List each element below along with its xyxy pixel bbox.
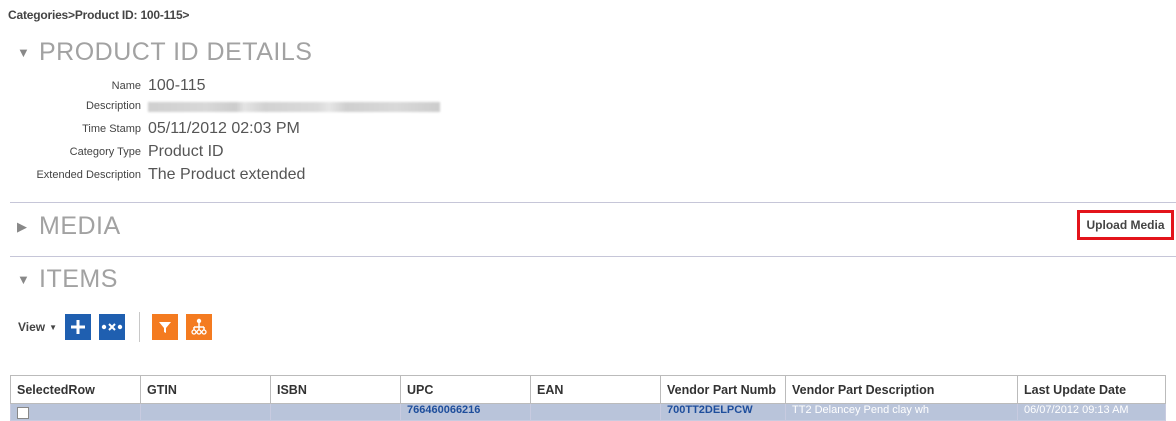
breadcrumb: Categories>Product ID: 100-115> <box>8 8 189 22</box>
toolbar-separator <box>139 312 141 342</box>
hierarchy-icon <box>191 318 207 335</box>
items-header[interactable]: ▼ ITEMS <box>17 265 118 294</box>
last-update-date-cell: 06/07/2012 09:13 AM <box>1017 403 1166 421</box>
isbn-cell <box>270 403 401 421</box>
column-header-ean[interactable]: EAN <box>530 375 661 404</box>
items-table: SelectedRow GTIN ISBN UPC EAN Vendor Par… <box>10 375 1166 421</box>
detail-value: 05/11/2012 02:03 PM <box>148 120 300 137</box>
column-header-last-update-date[interactable]: Last Update Date <box>1017 375 1166 404</box>
upload-media-label: Upload Media <box>1086 218 1165 232</box>
triangle-down-icon[interactable]: ▼ <box>17 272 39 287</box>
redacted-description <box>148 102 440 112</box>
columns-button[interactable] <box>99 314 126 340</box>
gtin-cell <box>140 403 271 421</box>
filter-button[interactable] <box>152 314 179 340</box>
view-menu[interactable]: View ▼ <box>18 320 57 334</box>
media-header[interactable]: ▶ MEDIA <box>17 212 121 241</box>
detail-row-name: Name 100-115 <box>0 75 206 97</box>
detail-value: 100-115 <box>148 77 206 94</box>
media-title: MEDIA <box>39 212 121 240</box>
detail-label: Time Stamp <box>82 123 141 135</box>
product-details-title: PRODUCT ID DETAILS <box>39 38 313 66</box>
column-header-vendor-part-number[interactable]: Vendor Part Numb <box>660 375 786 404</box>
chevron-down-icon: ▼ <box>49 322 58 332</box>
vendor-part-description-cell: TT2 Delancey Pend clay wh <box>785 403 1018 421</box>
add-item-button[interactable] <box>65 314 92 340</box>
column-header-isbn[interactable]: ISBN <box>270 375 401 404</box>
ean-cell <box>530 403 661 421</box>
hierarchy-button[interactable] <box>186 314 213 340</box>
breadcrumb-current[interactable]: Product ID: 100-115 <box>75 8 183 22</box>
column-header-vendor-part-description[interactable]: Vendor Part Description <box>785 375 1018 404</box>
vendor-part-number-link[interactable]: 700TT2DELPCW <box>660 403 786 421</box>
breadcrumb-categories-link[interactable]: Categories <box>8 8 68 22</box>
detail-row-description: Description <box>0 95 440 117</box>
detail-value: The Product extended <box>148 166 306 183</box>
detail-row-category-type: Category Type Product ID <box>0 141 224 163</box>
items-title: ITEMS <box>39 265 118 293</box>
detail-label: Name <box>111 80 141 92</box>
filter-icon <box>159 322 172 333</box>
breadcrumb-separator: > <box>68 8 75 22</box>
items-toolbar: View ▼ <box>18 311 220 343</box>
plus-icon <box>71 320 86 334</box>
divider <box>10 256 1176 257</box>
detail-label: Extended Description <box>36 169 141 181</box>
column-header-gtin[interactable]: GTIN <box>140 375 271 404</box>
upload-media-button[interactable]: Upload Media <box>1077 210 1174 240</box>
detail-value: Product ID <box>148 143 224 160</box>
divider <box>10 202 1176 203</box>
column-header-upc[interactable]: UPC <box>400 375 531 404</box>
upc-link[interactable]: 766460066216 <box>400 403 531 421</box>
column-header-selectedrow[interactable]: SelectedRow <box>10 375 141 404</box>
selected-row-cell <box>10 403 141 421</box>
detail-row-timestamp: Time Stamp 05/11/2012 02:03 PM <box>0 118 300 140</box>
breadcrumb-separator: > <box>182 8 190 22</box>
detail-label: Category Type <box>69 146 141 158</box>
table-header-row: SelectedRow GTIN ISBN UPC EAN Vendor Par… <box>10 375 1166 404</box>
dot-x-dot-icon <box>101 323 123 331</box>
detail-label: Description <box>85 100 141 112</box>
product-details-header[interactable]: ▼ PRODUCT ID DETAILS <box>17 38 312 67</box>
detail-row-extended-description: Extended Description The Product extende… <box>0 164 305 186</box>
triangle-right-icon[interactable]: ▶ <box>17 219 39 235</box>
row-select-checkbox[interactable] <box>17 407 29 419</box>
view-menu-label: View <box>18 320 46 334</box>
table-row[interactable]: 766460066216 700TT2DELPCW TT2 Delancey P… <box>10 403 1166 421</box>
triangle-down-icon[interactable]: ▼ <box>17 45 39 60</box>
